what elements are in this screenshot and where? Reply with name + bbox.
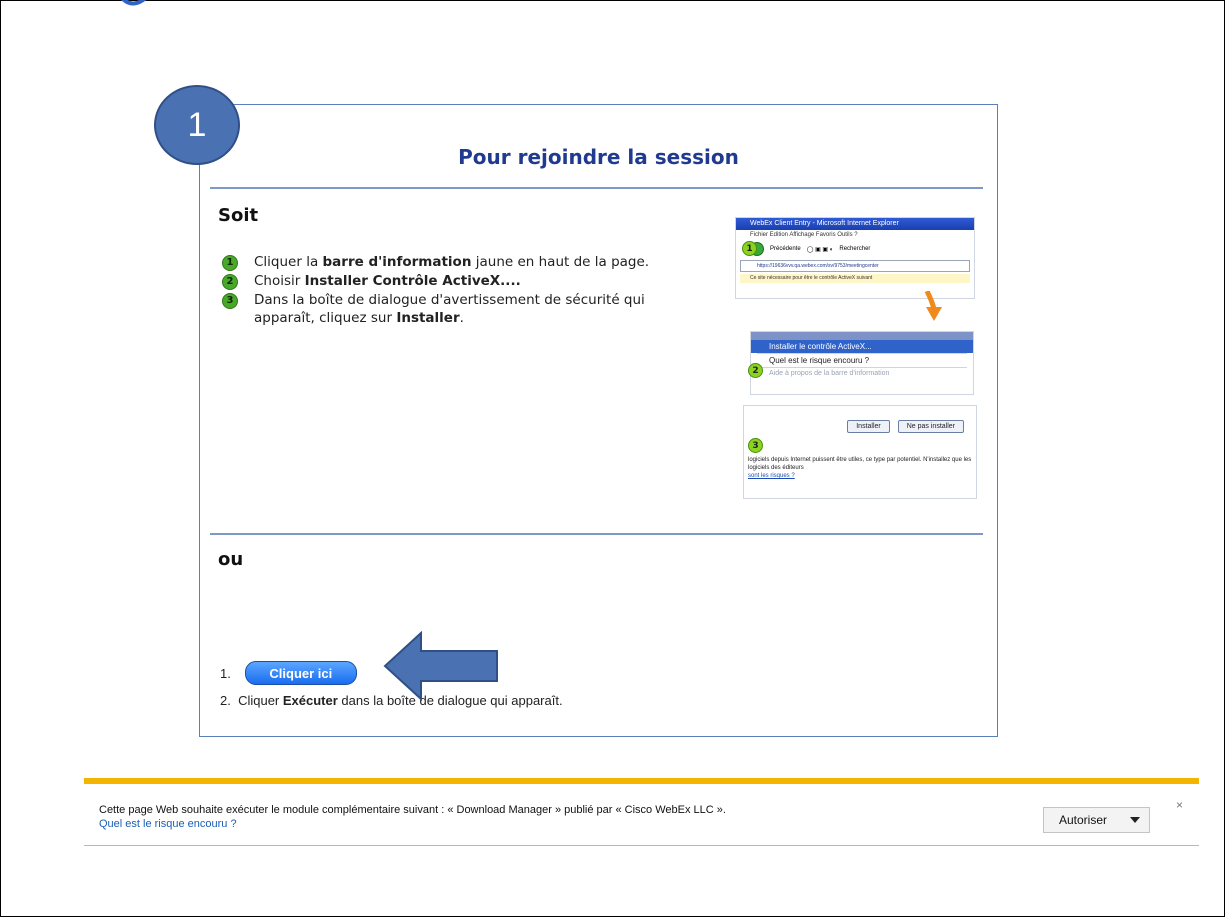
toolbar-icons: ◯ ▣ ▣ ◐ [806,246,834,253]
no-install-button-image: Ne pas installer [897,420,964,433]
ie-address-bar: https://19636vvv.qa.webex.com/sv/9753/me… [740,260,970,272]
step-item: 1 Cliquer la barre d'information jaune e… [222,253,702,271]
close-icon[interactable]: × [1176,798,1183,812]
dropdown-chevron-icon [1130,817,1140,823]
mini-step-2-icon: 2 [748,363,763,378]
step-number-icon: 2 [222,274,238,290]
panel-title: Pour rejoindre la session [458,145,739,169]
ie-infobar-screenshot: WebEx Client Entry - Microsoft Internet … [735,217,975,299]
blue-left-arrow-icon [383,631,498,701]
notification-accent [84,778,1199,784]
ctx-risk: Quel est le risque encouru ? [769,356,870,365]
ctx-help: Aide à propos de la barre d'information [769,370,890,377]
corner-arrow-icon [121,0,147,6]
step-badge: 1 [154,85,240,165]
cliquer-ici-button[interactable]: Cliquer ici [244,661,357,685]
ie-menu-bar: Fichier Edition Affichage Favoris Outils… [750,232,858,238]
divider [210,187,983,189]
ctx-install-activex: Installer le contrôle ActiveX... [751,340,973,353]
allow-button[interactable]: Autoriser [1043,807,1123,833]
ie-title-bar: WebEx Client Entry - Microsoft Internet … [736,218,974,230]
install-button-image: Installer [847,420,890,433]
step-item: 2 Choisir Installer Contrôle ActiveX.... [222,272,702,290]
ie-toolbar: Précédente ◯ ▣ ▣ ◐ Rechercher [736,240,974,258]
step-number-icon: 3 [222,293,238,309]
mini-step-1-icon: 1 [742,241,757,256]
notification-message: Cette page Web souhaite exécuter le modu… [99,804,726,816]
ie-information-bar: Ce site nécessaire pour être le contrôle… [740,274,970,283]
option-line-1: 1. Cliquer ici [220,661,357,685]
orange-down-arrow-icon [924,291,942,321]
context-menu-screenshot: Installer le contrôle ActiveX... Quel es… [750,331,974,395]
soit-heading: Soit [218,205,259,226]
step-item: 3 Dans la boîte de dialogue d'avertissem… [222,291,702,327]
security-dialog-screenshot: Installer Ne pas installer logiciels dep… [743,405,977,499]
allow-options-dropdown[interactable] [1121,807,1150,833]
step-number-icon: 1 [222,255,238,271]
join-session-panel: Pour rejoindre la session Soit 1 Cliquer… [199,104,998,737]
divider [210,533,983,535]
dialog-warning-text: logiciels depuis Internet puissent être … [748,457,972,479]
slide-frame: 1 Pour rejoindre la session Soit 1 Cliqu… [0,0,1225,917]
instruction-steps: 1 Cliquer la barre d'information jaune e… [222,253,702,328]
risk-link[interactable]: Quel est le risque encouru ? [99,818,237,830]
ou-heading: ou [218,549,244,570]
ie-notification-bar: Cette page Web souhaite exécuter le modu… [84,778,1199,846]
mini-step-3-icon: 3 [748,438,763,453]
